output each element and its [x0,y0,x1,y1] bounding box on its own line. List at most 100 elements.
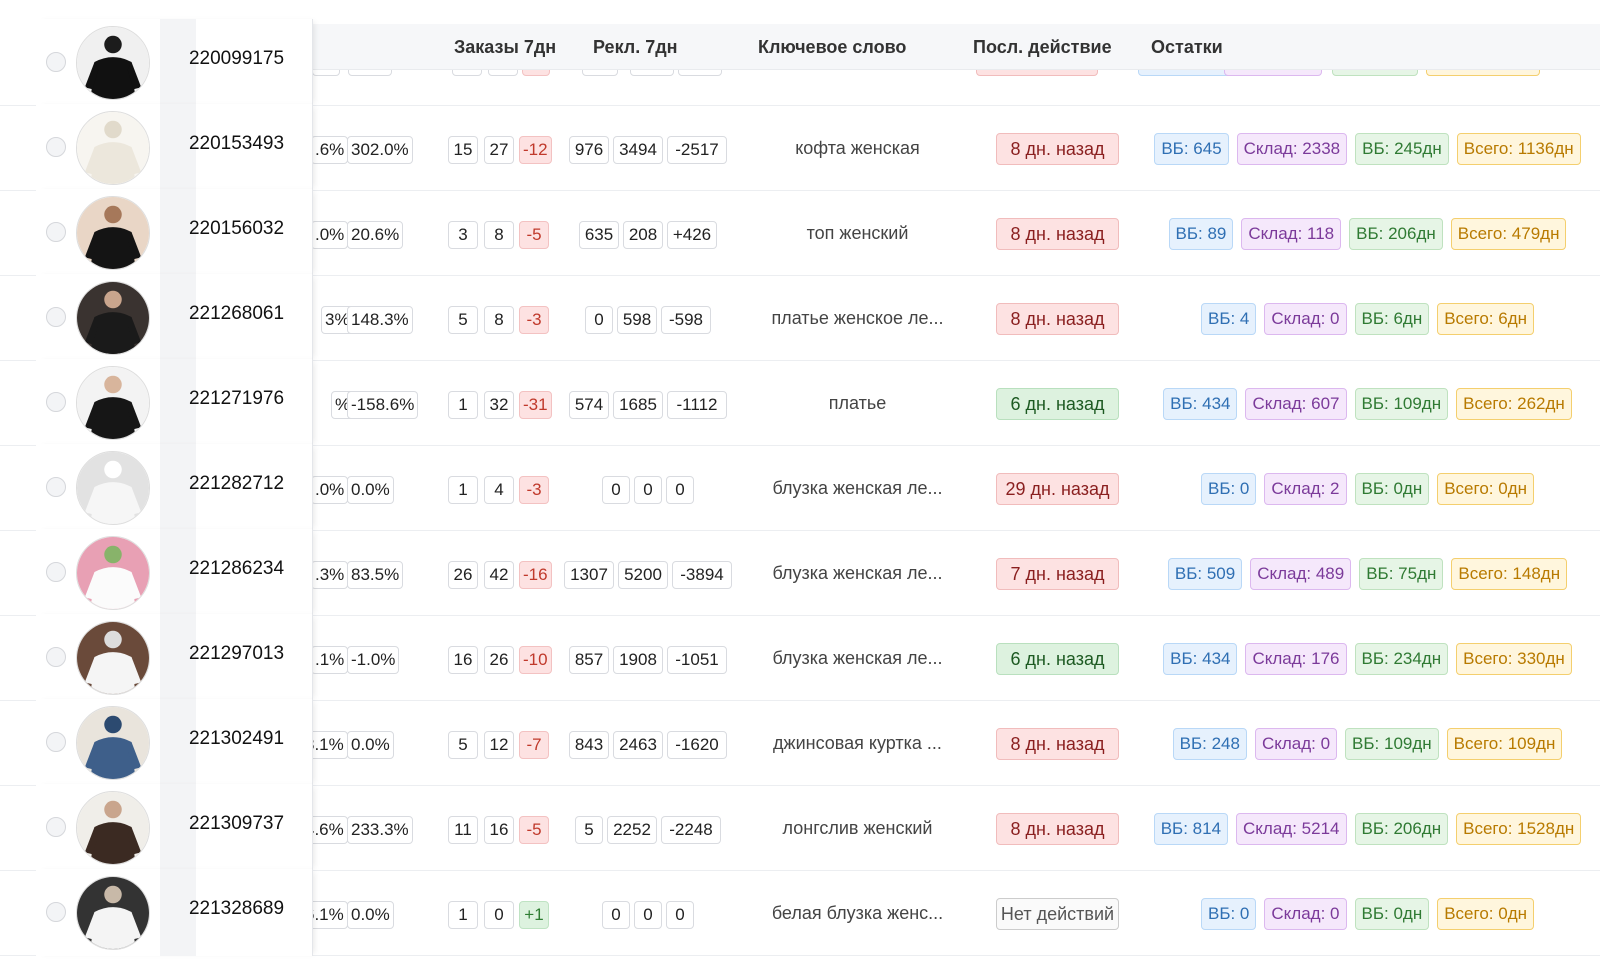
product-image[interactable] [76,451,150,525]
row-select-radio[interactable] [46,52,66,72]
stock-tags: ВБ: 89 Склад: 118 ВБ: 206дн Всего: 479дн [1150,218,1585,250]
stock-tags: ВБ: 434 Склад: 176 ВБ: 234дн Всего: 330дн [1150,643,1585,675]
row-select-radio[interactable] [46,392,66,412]
product-image[interactable] [76,26,150,100]
orders-value: 15 [448,136,478,164]
row-select-radio[interactable] [46,307,66,327]
product-image[interactable] [76,366,150,440]
ads-value: 976 [569,136,609,164]
last-action-badge[interactable]: 8 дн. назад [996,303,1119,335]
orders-value: 1 [448,901,478,929]
last-action-badge[interactable]: 29 дн. назад [996,473,1119,505]
last-action-badge[interactable]: 8 дн. назад [996,728,1119,760]
last-action-badge[interactable]: 8 дн. назад [996,133,1119,165]
orders-value: -7 [519,731,549,759]
ads-value: -598 [661,306,711,334]
last-action-badge[interactable]: 8 дн. назад [996,218,1119,250]
ads-value: 1908 [613,646,663,674]
stock-wb-badge: ВБ: 0 [1200,898,1257,930]
table-row[interactable]: 221282712.0% 0.0% 1 4 -3 0 0 0 блузка женская ле… [0,444,1600,531]
product-sku[interactable]: 221286234 [160,558,313,580]
ads-value: 635 [579,221,619,249]
percent-value: 0.0% [347,901,394,929]
frozen-cells: 221302491 [36,699,313,786]
table-row[interactable]: 220156032.0% 20.6% 3 8 -5 635 208 +426 топ женск… [0,189,1600,276]
products-table: Заказы 7дн Рекл. 7дн Ключевое слово Посл… [0,0,1600,965]
row-select-radio[interactable] [46,222,66,242]
orders-value: 5 [448,731,478,759]
stock-days-badge: ВБ: 206дн [1349,218,1443,250]
last-action-badge[interactable]: 7 дн. назад [996,558,1119,590]
stock-tags: ВБ: 4 Склад: 0 ВБ: 6дн Всего: 6дн [1150,303,1585,335]
product-image[interactable] [76,111,150,185]
percent-value: 0.0% [347,476,394,504]
ads-value: +426 [667,221,717,249]
product-image[interactable] [76,536,150,610]
row-select-radio[interactable] [46,647,66,667]
percent-value: .1% [313,646,349,674]
table-row[interactable]: 220099175 [0,19,1600,106]
product-sku[interactable]: 221271976 [160,388,313,410]
partial-badge [1332,70,1418,76]
product-image[interactable] [76,791,150,865]
table-row[interactable]: 2213286896.1%0.0%10+1000белая блузка жен… [0,869,1600,956]
ads-value: 598 [617,306,657,334]
product-sku[interactable]: 220099175 [160,48,313,70]
table-row[interactable]: 2213024918.1%0.0%512-78432463-1620джинсо… [0,699,1600,786]
row-select-radio[interactable] [46,902,66,922]
product-image[interactable] [76,281,150,355]
orders-value: 4 [484,476,514,504]
percent-value: .6% [313,136,349,164]
last-action-badge[interactable]: 6 дн. назад [996,643,1119,675]
table-row[interactable]: 221271976% -158.6% 1 32 -31 574 1685 -1112 плать… [0,359,1600,446]
row-select-radio[interactable] [46,732,66,752]
stock-total-badge: Всего: 1136дн [1456,133,1581,165]
stock-tags: ВБ: 248 Склад: 0 ВБ: 109дн Всего: 109дн [1150,728,1585,760]
ads-value: 0 [602,476,630,504]
product-image[interactable] [76,706,150,780]
orders-value: 8 [484,306,514,334]
row-select-radio[interactable] [46,562,66,582]
orders-value: 26 [484,646,514,674]
product-sku[interactable]: 221309737 [160,813,313,835]
product-image[interactable] [76,621,150,695]
keyword-text: блузка женская ле... [772,648,943,668]
table-row[interactable]: 221286234.3% 83.5% 26 42 -16 1307 5200 -3894 блу… [0,529,1600,616]
last-action-badge[interactable]: Нет действий [996,898,1119,930]
product-sku[interactable]: 221268061 [160,303,313,325]
orders-value: 1 [448,391,478,419]
ads-value: 2252 [607,816,657,844]
stock-wb-badge: ВБ: 645 [1154,133,1229,165]
product-sku[interactable]: 221282712 [160,473,313,495]
stock-tags: ВБ: 434 Склад: 607 ВБ: 109дн Всего: 262дн [1150,388,1585,420]
row-select-radio[interactable] [46,137,66,157]
product-sku[interactable]: 220153493 [160,133,313,155]
product-sku[interactable]: 221302491 [160,728,313,750]
last-action-badge[interactable]: 6 дн. назад [996,388,1119,420]
partial-badge [522,70,550,76]
last-action-badge[interactable]: 8 дн. назад [996,813,1119,845]
stock-tags: ВБ: 509 Склад: 489 ВБ: 75дн Всего: 148дн [1150,558,1585,590]
partial-badge [452,70,482,76]
product-sku[interactable]: 220156032 [160,218,313,240]
product-image[interactable] [76,876,150,950]
product-sku[interactable]: 221328689 [160,898,313,920]
stock-days-badge: ВБ: 109дн [1354,388,1449,420]
stock-warehouse-badge: Склад: 5214 [1236,813,1347,845]
ads-value: -3894 [672,561,732,589]
partial-badge [1224,70,1322,76]
table-row[interactable]: 220153493.6% 302.0% 15 27 -12 976 3494 -2517 коф… [0,104,1600,191]
orders-value: -5 [519,816,549,844]
stock-days-badge: ВБ: 0дн [1354,898,1430,930]
table-row[interactable]: 2213097374.6%233.3%1116-552252-2248лонгс… [0,784,1600,871]
table-row[interactable]: 221297013.1% -1.0% 16 26 -10 857 1908 -1051 блуз… [0,614,1600,701]
percent-value: .0% [313,221,349,249]
row-select-radio[interactable] [46,817,66,837]
partial-badge [348,70,392,76]
stock-total-badge: Всего: 479дн [1450,218,1567,250]
partial-badge [630,70,674,76]
row-select-radio[interactable] [46,477,66,497]
product-sku[interactable]: 221297013 [160,643,313,665]
product-image[interactable] [76,196,150,270]
table-row[interactable]: 221268061 3% 148.3% 5 8 -3 0 598 -598 платье женс… [0,274,1600,361]
